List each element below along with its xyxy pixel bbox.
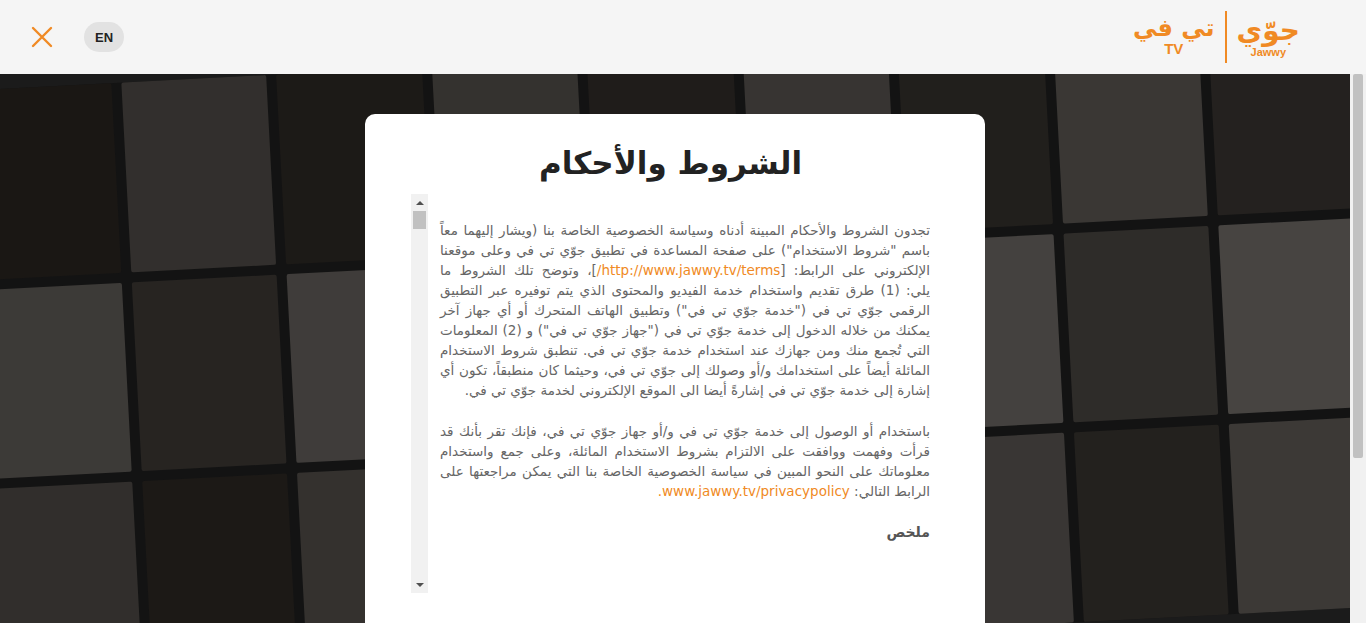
scrollbar[interactable] bbox=[411, 194, 428, 593]
paragraph-text: ]، وتوضح تلك الشروط ما يلي: (1) طرق تقدي… bbox=[440, 262, 930, 398]
logo-tv-ar: تي في bbox=[1133, 16, 1215, 41]
language-button[interactable]: EN bbox=[84, 22, 124, 52]
terms-link[interactable]: www.jawwy.tv/privacypolicy. bbox=[658, 483, 850, 499]
logo-brand: جوّيJawwy bbox=[1237, 16, 1300, 57]
stage: الشروط والأحكام تجدون الشروط والأحكام الم… bbox=[0, 74, 1350, 623]
logo-brand-ar: جوّي bbox=[1237, 16, 1300, 45]
page: EN جوّيJawwy تي فيTV الشروط والأحكام تجدون ا… bbox=[0, 0, 1366, 623]
scrollbar-track[interactable] bbox=[411, 211, 428, 576]
logo-brand-en: Jawwy bbox=[1251, 46, 1286, 58]
page-scrollbar[interactable] bbox=[1350, 74, 1366, 623]
terms-text: تجدون الشروط والأحكام المبينة أدناه وسيا… bbox=[428, 194, 930, 593]
logo-divider bbox=[1225, 11, 1227, 63]
close-button[interactable] bbox=[28, 23, 56, 51]
scroll-up-button[interactable] bbox=[411, 194, 428, 211]
section-heading: ملخص bbox=[440, 522, 930, 542]
terms-paragraph: تجدون الشروط والأحكام المبينة أدناه وسيا… bbox=[440, 220, 930, 400]
close-icon bbox=[31, 26, 53, 48]
logo-tv: تي فيTV bbox=[1133, 16, 1215, 58]
terms-dialog: الشروط والأحكام تجدون الشروط والأحكام الم… bbox=[365, 114, 985, 623]
scrollbar-thumb[interactable] bbox=[413, 211, 426, 229]
jawwy-logo: جوّيJawwy تي فيTV bbox=[1133, 11, 1300, 63]
logo-tv-en: TV bbox=[1164, 41, 1183, 58]
terms-scroll-area[interactable]: تجدون الشروط والأحكام المبينة أدناه وسيا… bbox=[411, 194, 930, 593]
page-scrollbar-thumb[interactable] bbox=[1353, 74, 1363, 458]
header-actions: EN bbox=[28, 22, 124, 52]
arrow-down-icon bbox=[416, 583, 424, 587]
terms-link[interactable]: http://www.jawwy.tv/terms/ bbox=[597, 262, 780, 278]
paragraph-text: ملخص bbox=[886, 524, 930, 540]
scroll-down-button[interactable] bbox=[411, 576, 428, 593]
top-bar: EN جوّيJawwy تي فيTV bbox=[0, 0, 1366, 74]
main: الشروط والأحكام تجدون الشروط والأحكام الم… bbox=[0, 74, 1366, 623]
arrow-up-icon bbox=[416, 201, 424, 205]
terms-paragraph: باستخدام أو الوصول إلى خدمة جوّي تي في و… bbox=[440, 421, 930, 501]
dialog-title: الشروط والأحكام bbox=[411, 142, 930, 184]
